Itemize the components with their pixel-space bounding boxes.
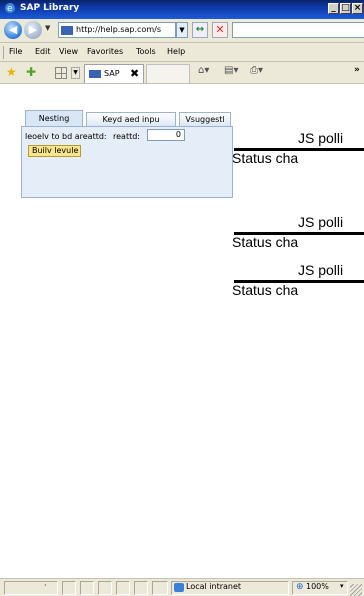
status-text: Status cha — [232, 150, 299, 166]
minimize-button[interactable]: _ — [328, 3, 339, 14]
address-url[interactable]: http://help.sap.com/s — [76, 25, 161, 34]
page-icon — [61, 26, 73, 35]
window-titlebar: e SAP Library _ □ × — [0, 0, 364, 19]
tab-panel-body: leoelv to bd areattd: reattd: 0 Builv le… — [21, 126, 233, 198]
forward-button[interactable]: ▶ — [24, 21, 42, 39]
search-input[interactable] — [232, 22, 364, 38]
resize-grip[interactable] — [350, 584, 362, 596]
back-button[interactable]: ◀ — [4, 21, 22, 39]
tab-list-dropdown-icon[interactable]: ▼ — [71, 67, 80, 79]
close-button[interactable]: × — [352, 3, 363, 14]
maximize-button[interactable]: □ — [340, 3, 351, 14]
stop-button[interactable]: ✕ — [212, 22, 228, 38]
status-text-pane — [4, 581, 58, 595]
build-levels-button[interactable]: Builv levule — [28, 145, 81, 157]
tab-nesting[interactable]: Nesting — [25, 110, 83, 126]
js-poll-text: JS polli — [298, 262, 344, 278]
tab-keyed-input[interactable]: Keyd aed inpu — [86, 112, 176, 126]
ie-logo-icon: e — [5, 3, 15, 14]
status-pane — [134, 581, 148, 595]
new-tab-button[interactable] — [146, 64, 190, 83]
print-icon[interactable]: ⎙▾ — [250, 65, 263, 76]
status-done-text: · — [44, 581, 47, 590]
tab-strip: Nesting Keyd aed inpu Vsuggestl — [21, 110, 233, 126]
add-favorite-icon[interactable]: ✚ — [26, 66, 36, 78]
zoom-dropdown-icon[interactable]: ▾ — [340, 582, 344, 590]
zone-label: Local intranet — [186, 582, 242, 591]
created-label: reattd: — [113, 132, 140, 141]
sap-tab-icon — [89, 70, 101, 78]
favorites-bar: ★ ✚ ▼ SAP ✖ ⌂▾ ▤▾ ⎙▾ » — [0, 62, 364, 84]
address-toolbar: ◀ ▶ ▼ http://help.sap.com/s ▼ ↔ ✕ — [0, 19, 364, 43]
address-dropdown-button[interactable]: ▼ — [176, 22, 188, 38]
history-dropdown-icon[interactable]: ▼ — [45, 24, 50, 32]
refresh-button[interactable]: ↔ — [192, 22, 208, 38]
menu-favorites[interactable]: Favorites — [87, 47, 123, 56]
address-field[interactable]: http://help.sap.com/s — [58, 22, 176, 38]
menu-help[interactable]: Help — [167, 47, 185, 56]
status-text: Status cha — [232, 282, 299, 298]
tab-suggest[interactable]: Vsuggestl — [179, 112, 231, 126]
js-poll-text: JS polli — [298, 130, 344, 146]
level-count-input[interactable]: 0 — [147, 129, 185, 141]
favorites-star-icon[interactable]: ★ — [6, 66, 17, 78]
levels-label: leoelv to bd areattd: — [25, 132, 107, 141]
window-title: SAP Library — [20, 3, 80, 13]
toolbar-grip[interactable] — [3, 46, 5, 59]
status-pane — [62, 581, 76, 595]
status-pane — [80, 581, 94, 595]
menu-tools[interactable]: Tools — [136, 47, 156, 56]
js-poll-text: JS polli — [298, 214, 344, 230]
menu-file[interactable]: File — [9, 47, 22, 56]
page-content: Nesting Keyd aed inpu Vsuggestl leoelv t… — [0, 85, 364, 578]
status-pane — [98, 581, 112, 595]
home-icon[interactable]: ⌂▾ — [198, 65, 209, 76]
svg-text:e: e — [7, 4, 13, 14]
tab-close-icon[interactable]: ✖ — [130, 67, 139, 80]
tab-panel: Nesting Keyd aed inpu Vsuggestl leoelv t… — [21, 110, 233, 198]
status-bar: · Local intranet ⊕ 100% ▾ — [0, 578, 364, 596]
tab-label: SAP — [104, 69, 120, 78]
back-arrow-icon: ◀ — [8, 23, 18, 36]
forward-arrow-icon: ▶ — [28, 23, 38, 36]
tab-sap[interactable]: SAP ✖ — [84, 64, 144, 83]
status-text: Status cha — [232, 234, 299, 250]
status-pane — [152, 581, 168, 595]
toolbar-overflow-chevron-icon[interactable]: » — [354, 65, 360, 75]
zoom-icon: ⊕ — [296, 582, 304, 592]
menu-edit[interactable]: Edit — [35, 47, 51, 56]
quick-tabs-icon[interactable] — [55, 67, 67, 79]
zoom-level[interactable]: 100% — [306, 582, 329, 591]
menu-bar: File Edit View Favorites Tools Help — [0, 43, 364, 62]
intranet-zone-icon — [174, 583, 184, 592]
status-pane — [116, 581, 130, 595]
feeds-icon[interactable]: ▤▾ — [224, 65, 238, 76]
menu-view[interactable]: View — [59, 47, 78, 56]
